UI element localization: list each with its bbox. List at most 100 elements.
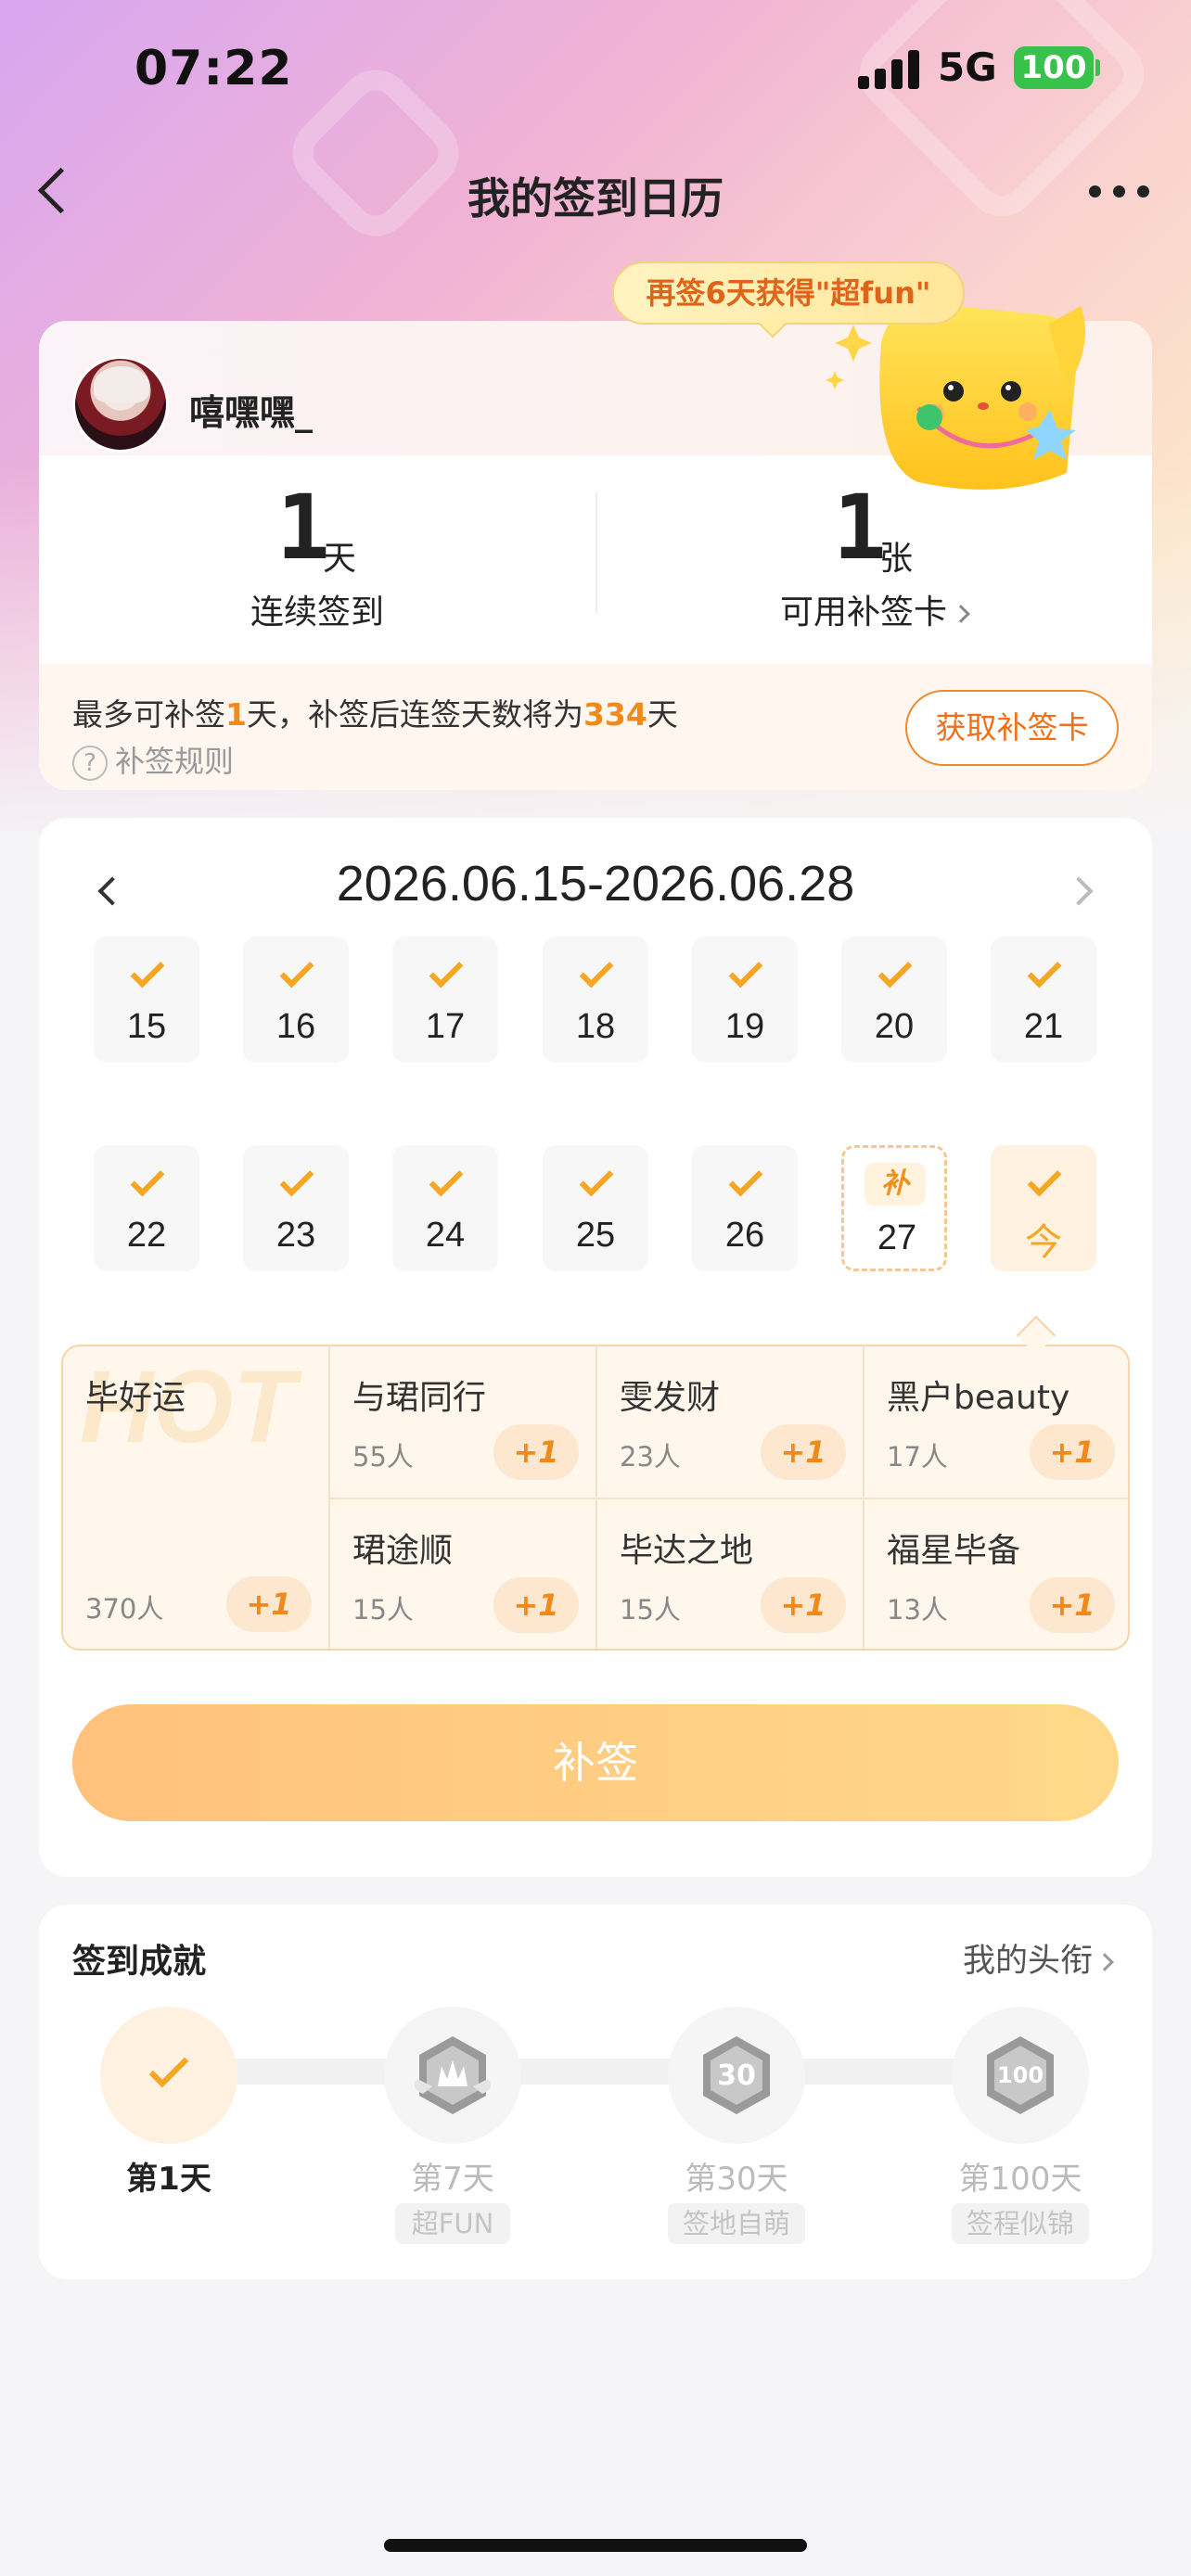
day-number: 22 <box>126 1216 167 1255</box>
calendar-day[interactable]: 15 <box>94 937 199 1063</box>
blessing-name: 黑户beauty <box>887 1379 1070 1417</box>
day-number: 26 <box>724 1216 765 1255</box>
streak-stat: 1 天 连续签到 <box>39 455 596 650</box>
calendar-day[interactable]: 22 <box>94 1145 199 1271</box>
blessing-item[interactable]: 黑户beauty 17人 +1 <box>864 1346 1128 1499</box>
plus-one-button[interactable]: +1 <box>493 1424 579 1480</box>
superfun-badge-icon <box>415 2036 491 2114</box>
chevron-right-icon <box>1095 1953 1114 1971</box>
plus-one-button[interactable]: +1 <box>493 1577 579 1633</box>
milestone-badge[interactable] <box>100 2007 237 2144</box>
date-range: 2026.06.15-2026.06.28 <box>336 856 855 912</box>
calendar-day-makeup[interactable]: 补 27 <box>841 1145 947 1271</box>
battery-tip <box>1095 59 1100 76</box>
calendar-day[interactable]: 26 <box>692 1145 798 1271</box>
blessing-name: 与珺同行 <box>352 1379 487 1417</box>
cards-label[interactable]: 可用补签卡 <box>596 585 1152 633</box>
makeup-badge: 补 <box>864 1163 926 1205</box>
info-days: 1 <box>225 696 247 733</box>
day-number: 23 <box>275 1216 316 1255</box>
streak-unit: 天 <box>323 540 357 578</box>
plus-one-button[interactable]: +1 <box>1030 1424 1115 1480</box>
blessing-item[interactable]: 福星毕备 13人 +1 <box>864 1499 1128 1649</box>
blessing-name: 毕达之地 <box>620 1532 754 1570</box>
info-text-3: 天 <box>647 696 678 733</box>
avatar[interactable] <box>72 356 169 453</box>
plus-one-button[interactable]: +1 <box>226 1576 312 1632</box>
calendar-day[interactable]: 16 <box>243 937 349 1063</box>
milestone-tag: 签地自萌 <box>668 2203 805 2244</box>
milestone-label: 第1天 <box>126 2161 211 2198</box>
blessing-count: 13人 <box>887 1594 948 1626</box>
check-icon <box>429 1162 464 1197</box>
milestone-tag: 超FUN <box>395 2203 510 2244</box>
calendar-day[interactable]: 17 <box>392 937 498 1063</box>
check-icon <box>579 953 614 988</box>
calendar-day[interactable]: 21 <box>991 937 1096 1063</box>
my-titles-label: 我的头衔 <box>962 1943 1093 1980</box>
milestone-badge[interactable]: 30 <box>668 2007 805 2144</box>
milestone-badge[interactable]: 100 <box>952 2007 1089 2144</box>
blessing-name: 福星毕备 <box>887 1532 1021 1570</box>
blessing-count: 23人 <box>620 1441 681 1473</box>
svg-text:30: 30 <box>717 2060 756 2092</box>
milestone-label: 第100天 <box>958 2161 1082 2198</box>
blessing-item[interactable]: 珺途顺 15人 +1 <box>330 1499 597 1649</box>
streak-label: 连续签到 <box>250 593 384 631</box>
plus-one-button[interactable]: +1 <box>761 1424 846 1480</box>
day-number: 27 <box>877 1218 917 1257</box>
rules-label: 补签规则 <box>115 744 235 779</box>
day-number: 16 <box>275 1007 316 1046</box>
my-titles-link[interactable]: 我的头衔 <box>962 1934 1114 1982</box>
status-bar: 07:22 5G 100 <box>0 0 1191 139</box>
battery-icon: 100 <box>1014 46 1094 89</box>
day-number: 20 <box>874 1007 915 1046</box>
promo-bubble[interactable]: 再签6天获得"超fun" <box>612 261 965 325</box>
30-days-badge-icon: 30 <box>703 2036 770 2114</box>
calendar-day[interactable]: 19 <box>692 937 798 1063</box>
cards-label-text: 可用补签卡 <box>779 593 947 631</box>
milestone-label: 第7天 <box>411 2161 494 2198</box>
username: 嘻嘿嘿_ <box>189 392 314 433</box>
calendar-day[interactable]: 24 <box>392 1145 498 1271</box>
blessing-count: 15人 <box>352 1594 414 1626</box>
achievements-title: 签到成就 <box>72 1943 207 1981</box>
blessing-count: 15人 <box>620 1594 681 1626</box>
check-icon <box>877 953 913 988</box>
day-number: 19 <box>724 1007 765 1046</box>
blessing-count: 370人 <box>85 1593 164 1625</box>
milestone-badge[interactable] <box>384 2007 521 2144</box>
more-icon[interactable] <box>1087 182 1152 200</box>
network-type: 5G <box>938 45 997 90</box>
rules-link[interactable]: ? 补签规则 <box>72 738 234 781</box>
home-indicator[interactable] <box>384 2539 807 2552</box>
blessing-item[interactable]: 毕达之地 15人 +1 <box>597 1499 864 1649</box>
status-time: 07:22 <box>134 41 293 96</box>
info-text-2: 天，补签后连签天数将为 <box>246 696 583 733</box>
100-days-badge-icon: 100 <box>987 2036 1054 2114</box>
calendar-day[interactable]: 18 <box>543 937 648 1063</box>
calendar-day-today[interactable]: 今 <box>991 1145 1096 1271</box>
blessing-count: 55人 <box>352 1441 414 1473</box>
blessing-hot-item[interactable]: HOT 毕好运 370人 +1 <box>63 1346 330 1649</box>
info-total: 334 <box>583 696 647 733</box>
next-week-button[interactable] <box>1063 872 1100 909</box>
check-icon <box>130 1162 165 1197</box>
progress-track <box>169 2059 1022 2085</box>
blessing-item[interactable]: 与珺同行 55人 +1 <box>330 1346 597 1499</box>
calendar-day[interactable]: 20 <box>841 937 947 1063</box>
makeup-signin-button[interactable]: 补签 <box>72 1704 1119 1821</box>
day-number: 15 <box>126 1007 167 1046</box>
svg-text:100: 100 <box>997 2062 1044 2088</box>
calendar-day[interactable]: 23 <box>243 1145 349 1271</box>
blessing-item[interactable]: 雯发财 23人 +1 <box>597 1346 864 1499</box>
calendar-day[interactable]: 25 <box>543 1145 648 1271</box>
plus-one-button[interactable]: +1 <box>1030 1577 1115 1633</box>
get-makeup-card-button[interactable]: 获取补签卡 <box>905 690 1119 766</box>
question-icon: ? <box>72 746 108 781</box>
milestone-label: 第30天 <box>685 2161 788 2198</box>
plus-one-button[interactable]: +1 <box>761 1577 846 1633</box>
check-icon <box>1027 953 1062 988</box>
blessing-name: 珺途顺 <box>352 1532 454 1570</box>
makeup-info-text: 最多可补签1天，补签后连签天数将为334天 <box>72 690 678 734</box>
